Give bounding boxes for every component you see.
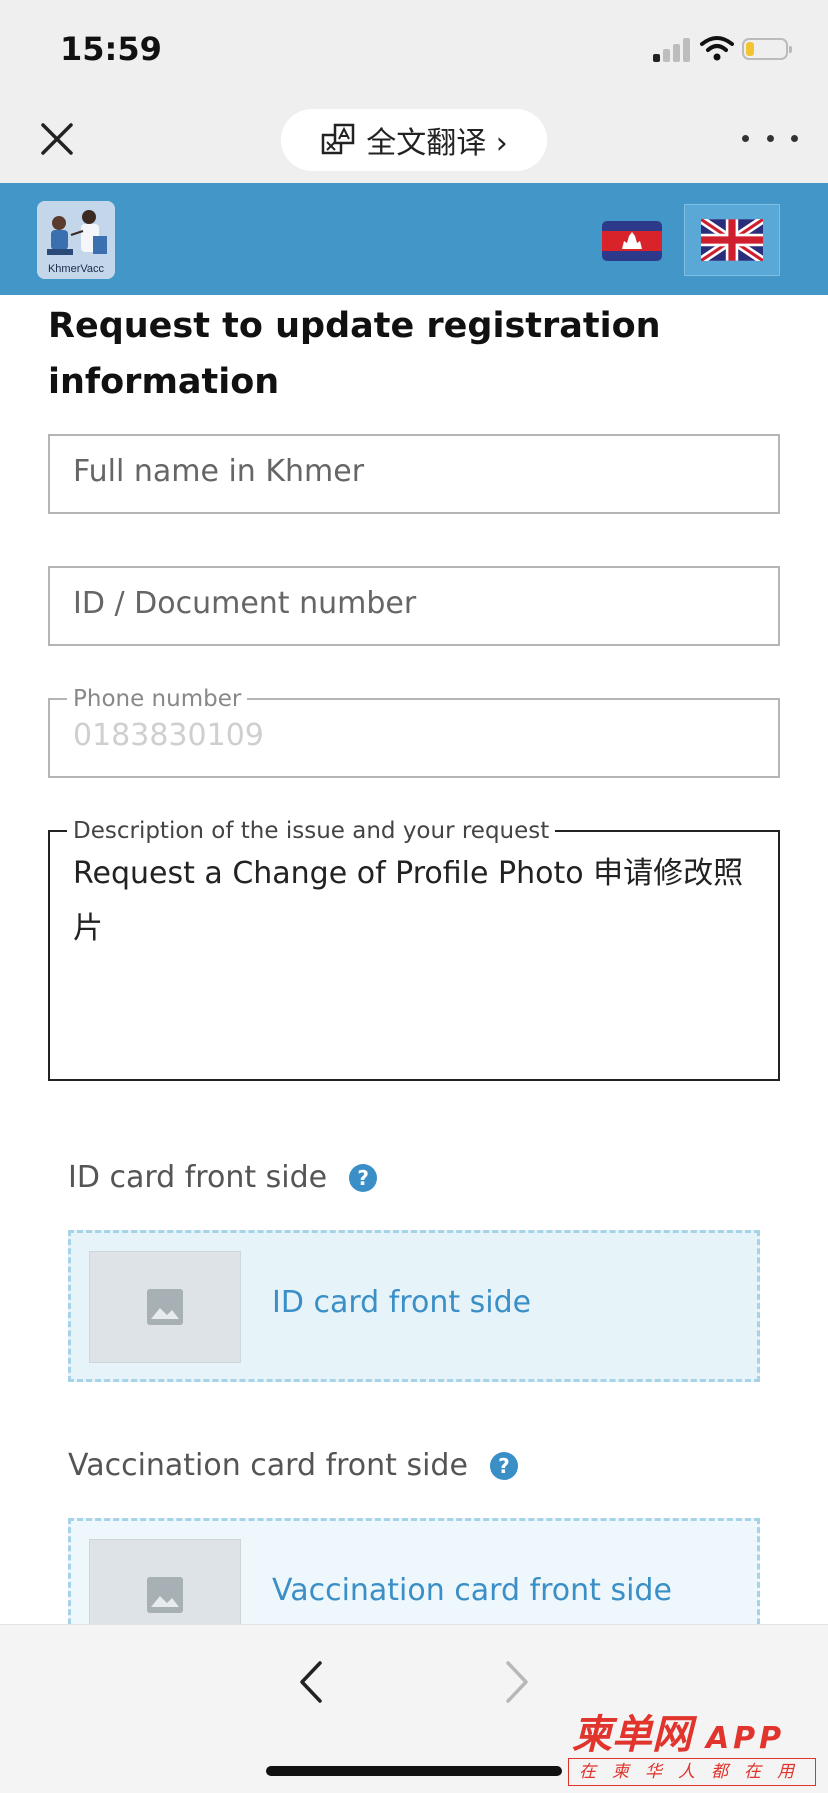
phone-number-value: 0183830109 bbox=[73, 718, 264, 753]
forward-chevron-icon[interactable] bbox=[494, 1659, 540, 1705]
id-number-placeholder: ID / Document number bbox=[73, 586, 417, 621]
watermark-sub: 在柬华人都在用 bbox=[568, 1758, 816, 1786]
browser-top-bar: 全文翻译 › bbox=[0, 95, 828, 183]
close-icon bbox=[41, 123, 73, 155]
home-indicator[interactable] bbox=[266, 1766, 562, 1776]
logo-text: KhmerVacc bbox=[47, 263, 105, 275]
signal-icon bbox=[653, 38, 693, 62]
battery-icon bbox=[742, 38, 792, 60]
description-label: Description of the issue and your reques… bbox=[67, 818, 556, 844]
description-value: Request a Change of Profile Photo 申请修改照片 bbox=[73, 856, 744, 946]
description-textarea[interactable]: Description of the issue and your reques… bbox=[48, 818, 780, 1081]
watermark-logo: 柬单网 APP 在柬华人都在用 bbox=[568, 1702, 824, 1790]
status-bar: 15:59 bbox=[0, 0, 828, 95]
id-card-front-dropzone[interactable]: ID card front side bbox=[68, 1230, 760, 1382]
back-chevron-icon[interactable] bbox=[290, 1659, 336, 1705]
vaccination-card-front-dropzone-text: Vaccination card front side bbox=[272, 1573, 672, 1608]
full-name-placeholder: Full name in Khmer bbox=[73, 454, 365, 489]
khmer-language-button[interactable] bbox=[602, 221, 662, 261]
phone-number-field: Phone number 0183830109 bbox=[48, 686, 780, 778]
phone-number-label: Phone number bbox=[67, 686, 248, 712]
watermark-app: APP bbox=[705, 1721, 786, 1756]
uk-flag-icon bbox=[701, 219, 763, 261]
translate-label: 全文翻译 › bbox=[366, 126, 508, 161]
id-card-front-dropzone-text: ID card front side bbox=[272, 1285, 532, 1320]
status-time: 15:59 bbox=[60, 30, 162, 68]
cambodia-flag-icon bbox=[602, 221, 662, 261]
id-card-front-label-text: ID card front side bbox=[68, 1160, 328, 1195]
watermark-brand: 柬单网 bbox=[572, 1712, 692, 1758]
more-dot-icon bbox=[766, 134, 774, 142]
vaccination-card-front-label-text: Vaccination card front side bbox=[68, 1448, 468, 1483]
page-title: Request to update registration informati… bbox=[48, 306, 661, 402]
image-icon bbox=[147, 1289, 183, 1325]
full-name-khmer-input[interactable]: Full name in Khmer bbox=[48, 434, 780, 514]
english-language-button[interactable] bbox=[684, 204, 780, 276]
watermark-main: 柬单网 APP bbox=[572, 1702, 785, 1760]
id-card-front-label: ID card front side ? bbox=[68, 1160, 378, 1195]
help-icon[interactable]: ? bbox=[349, 1163, 378, 1192]
more-options-button[interactable] bbox=[742, 123, 798, 153]
image-placeholder bbox=[89, 1251, 241, 1363]
vaccination-card-front-label: Vaccination card front side ? bbox=[68, 1448, 518, 1483]
help-icon[interactable]: ? bbox=[489, 1451, 518, 1480]
app-header: KhmerVacc bbox=[0, 183, 828, 295]
more-dot-icon bbox=[742, 134, 749, 142]
translate-icon bbox=[321, 123, 355, 155]
app-logo[interactable]: KhmerVacc bbox=[37, 201, 115, 279]
image-icon bbox=[147, 1577, 183, 1613]
id-document-number-input[interactable]: ID / Document number bbox=[48, 566, 780, 646]
translate-button[interactable]: 全文翻译 › bbox=[281, 109, 547, 171]
close-button[interactable] bbox=[30, 117, 84, 161]
wifi-icon bbox=[700, 36, 734, 61]
more-dot-icon bbox=[791, 134, 798, 142]
